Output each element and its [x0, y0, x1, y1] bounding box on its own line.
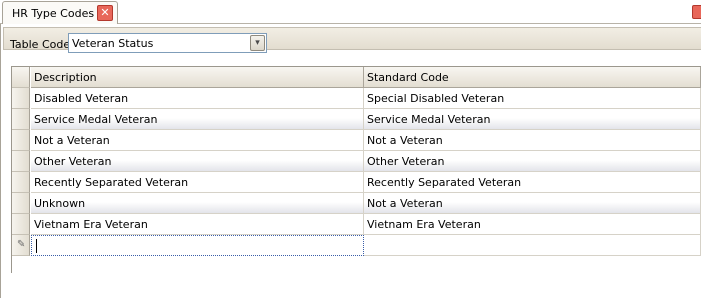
tab-strip: HR Type Codes ✕ [0, 0, 701, 25]
standard-code-cell[interactable]: Not a Veteran [364, 130, 701, 151]
row-selector[interactable] [12, 109, 30, 130]
table-row[interactable]: Not a Veteran Not a Veteran [12, 130, 701, 151]
description-cell[interactable]: Vietnam Era Veteran [31, 214, 364, 235]
header-corner [12, 67, 30, 88]
new-row[interactable]: ✎ [12, 235, 701, 256]
table-code-select[interactable]: Veteran Status ▾ [68, 33, 267, 53]
description-cell[interactable]: Recently Separated Veteran [31, 172, 364, 193]
chevron-down-icon[interactable]: ▾ [250, 35, 265, 51]
row-selector[interactable] [12, 193, 30, 214]
grid-header-row: Description Standard Code [12, 67, 701, 88]
close-window-icon[interactable] [692, 5, 701, 19]
pencil-icon: ✎ [17, 239, 26, 250]
row-selector[interactable] [12, 214, 30, 235]
standard-code-cell[interactable]: Vietnam Era Veteran [364, 214, 701, 235]
standard-code-cell[interactable]: Recently Separated Veteran [364, 172, 701, 193]
table-row[interactable]: Recently Separated Veteran Recently Sepa… [12, 172, 701, 193]
description-cell[interactable]: Disabled Veteran [31, 88, 364, 109]
column-header-standard-code[interactable]: Standard Code [364, 67, 701, 88]
table-row[interactable]: Vietnam Era Veteran Vietnam Era Veteran [12, 214, 701, 235]
description-cell[interactable]: Other Veteran [31, 151, 364, 172]
table-row[interactable]: Other Veteran Other Veteran [12, 151, 701, 172]
description-cell[interactable]: Service Medal Veteran [31, 109, 364, 130]
standard-code-cell[interactable]: Service Medal Veteran [364, 109, 701, 130]
table-row[interactable]: Service Medal Veteran Service Medal Vete… [12, 109, 701, 130]
description-cell[interactable]: Unknown [31, 193, 364, 214]
description-input[interactable] [31, 235, 364, 256]
standard-code-cell[interactable]: Not a Veteran [364, 193, 701, 214]
tab-hr-type-codes[interactable]: HR Type Codes ✕ [2, 1, 118, 25]
standard-code-cell[interactable]: Other Veteran [364, 151, 701, 172]
close-tab-icon[interactable]: ✕ [97, 5, 113, 21]
row-selector[interactable] [12, 88, 30, 109]
table-row[interactable]: Unknown Not a Veteran [12, 193, 701, 214]
column-header-description[interactable]: Description [31, 67, 364, 88]
table-code-value: Veteran Status [72, 37, 154, 50]
tab-label: HR Type Codes [12, 7, 95, 20]
row-selector[interactable]: ✎ [12, 235, 30, 256]
description-cell[interactable]: Not a Veteran [31, 130, 364, 151]
row-selector[interactable] [12, 151, 30, 172]
standard-code-cell[interactable]: Special Disabled Veteran [364, 88, 701, 109]
standard-code-input[interactable] [364, 235, 701, 256]
table-row[interactable]: Disabled Veteran Special Disabled Vetera… [12, 88, 701, 109]
row-selector[interactable] [12, 172, 30, 193]
codes-grid: Description Standard Code Disabled Veter… [11, 66, 701, 273]
table-code-label: Table Code [10, 38, 71, 51]
row-selector[interactable] [12, 130, 30, 151]
text-caret [36, 239, 37, 253]
